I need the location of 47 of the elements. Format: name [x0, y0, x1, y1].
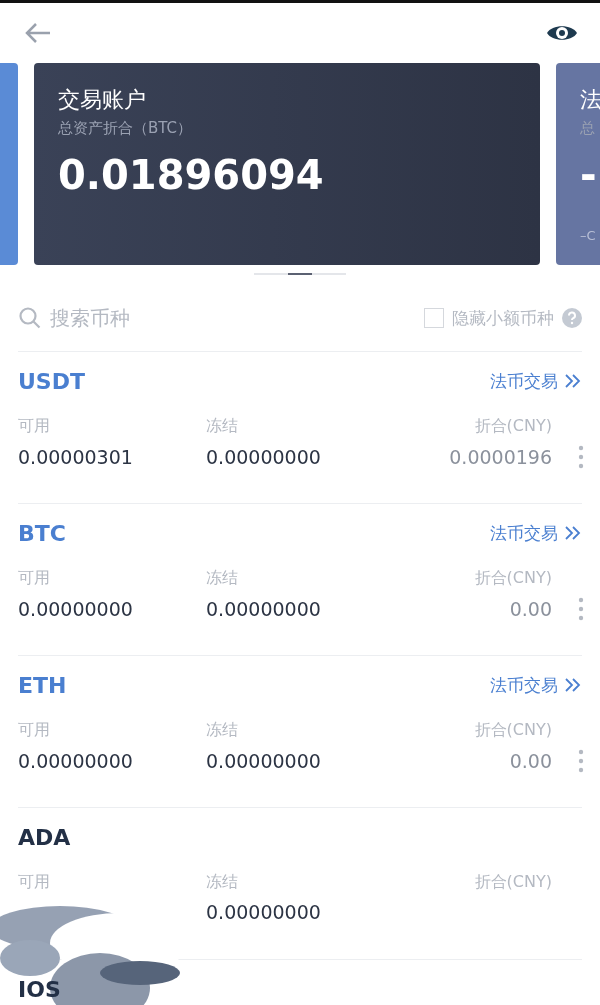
- available-amount: 0.00000000: [18, 750, 134, 772]
- more-icon[interactable]: [578, 749, 584, 773]
- help-icon[interactable]: [562, 308, 582, 328]
- field-label: 可用: [18, 872, 51, 893]
- fiat-trade-link[interactable]: 法币交易: [490, 521, 582, 545]
- frozen-amount: 0.00000000: [206, 750, 322, 772]
- more-icon[interactable]: [578, 445, 584, 469]
- field-label: 折合(CNY): [473, 720, 552, 741]
- field-label: 可用: [18, 720, 51, 741]
- available-amount: 0.00000301: [18, 446, 134, 468]
- checkbox-label: 隐藏小额币种: [452, 306, 554, 330]
- field-label: 折合(CNY): [473, 568, 552, 589]
- coin-name: BTC: [18, 520, 66, 546]
- coin-name: ETH: [18, 672, 67, 698]
- more-icon[interactable]: [578, 597, 584, 621]
- field-label: 可用: [18, 568, 51, 589]
- fiat-trade-link[interactable]: 法币交易: [490, 673, 582, 697]
- field-label: 折合(CNY): [473, 872, 552, 893]
- cny-value: 0.00: [508, 598, 552, 620]
- fiat-trade-link[interactable]: 法币交易: [490, 369, 582, 393]
- card-subtitle: 总资产折合（BTC）: [58, 119, 194, 138]
- double-chevron-icon: [564, 677, 582, 693]
- checkbox[interactable]: [424, 308, 444, 328]
- double-chevron-icon: [564, 373, 582, 389]
- field-label: 可用: [18, 416, 51, 437]
- field-label: 冻结: [206, 416, 239, 437]
- coin-name: IOS: [18, 976, 61, 1002]
- search-icon: [18, 306, 42, 330]
- coin-name: ADA: [18, 824, 71, 850]
- field-label: 折合(CNY): [473, 416, 552, 437]
- cny-value: 0.00: [508, 750, 552, 772]
- field-label: 冻结: [206, 872, 239, 893]
- frozen-amount: 0.00000000: [206, 901, 322, 923]
- card-balance: -: [580, 152, 598, 198]
- card-title: 交易账户: [58, 86, 147, 114]
- cny-value: 0.0000196: [448, 446, 552, 468]
- field-label: 冻结: [206, 720, 239, 741]
- card-balance: 0.01896094: [58, 152, 325, 198]
- field-label: 冻结: [206, 568, 239, 589]
- double-chevron-icon: [564, 525, 582, 541]
- available-amount: 0.00000000: [18, 598, 134, 620]
- coin-name: USDT: [18, 368, 85, 394]
- frozen-amount: 0.00000000: [206, 598, 322, 620]
- back-arrow-icon[interactable]: [24, 21, 52, 45]
- account-card[interactable]: 交易账户 总资产折合（BTC） 0.01896094: [34, 63, 540, 265]
- frozen-amount: 0.00000000: [206, 446, 322, 468]
- card-note: –C: [580, 228, 597, 243]
